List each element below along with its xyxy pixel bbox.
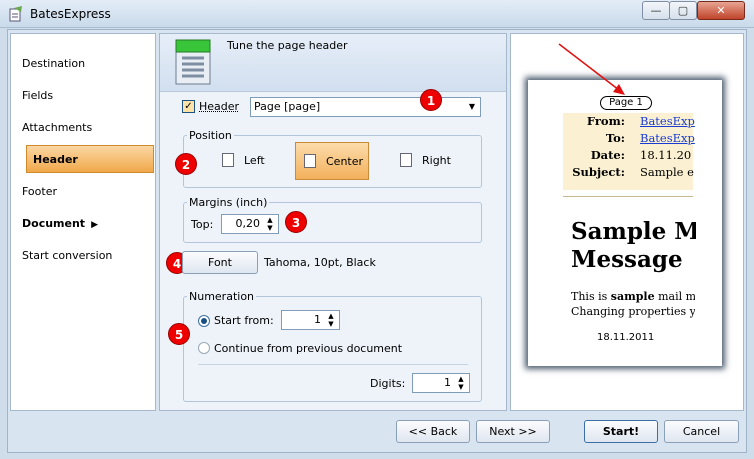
back-button[interactable]: << Back [396, 420, 470, 443]
sidebar-item-fields[interactable]: Fields [16, 82, 144, 110]
chevron-down-icon[interactable]: ▼ [464, 98, 480, 116]
preview-message-title: Sample M Message [571, 218, 696, 274]
sidebar-item-label: Destination [22, 57, 86, 70]
sidebar-item-label: Fields [22, 89, 54, 102]
position-right-button[interactable]: Right [392, 142, 466, 180]
maximize-button[interactable]: ▢ [669, 1, 697, 20]
position-left-label: Left [244, 154, 265, 167]
minimize-button[interactable]: — [642, 1, 670, 20]
submenu-arrow-icon: ▶ [91, 220, 98, 230]
body-bold-text: sample [610, 290, 655, 303]
sidebar-item-header[interactable]: Header [26, 145, 154, 173]
preview-header-fields: From: BatesExp To: BatesExp Date: 18.11.20 … [563, 113, 695, 181]
position-legend: Position [187, 129, 234, 142]
separator [198, 364, 468, 365]
field-value: 18.11.20 [640, 148, 692, 162]
start-button[interactable]: Start! [584, 420, 658, 443]
position-center-label: Center [326, 155, 364, 168]
field-value: Sample e [640, 165, 694, 179]
body-text: mail me [658, 290, 695, 303]
title-bar[interactable] [0, 0, 754, 28]
font-description: Tahoma, 10pt, Black [264, 256, 376, 269]
sidebar-item-attachments[interactable]: Attachments [16, 114, 144, 142]
callout-badge-1: 1 [420, 89, 442, 111]
field-key: From: [586, 114, 625, 128]
field-key: To: [605, 131, 625, 145]
window-title: BatesExpress [30, 7, 111, 21]
field-value: BatesExp [640, 131, 695, 145]
preview-field-row: Subject: Sample e [563, 164, 694, 181]
field-key: Subject: [572, 165, 625, 179]
title-line-1: Sample M [571, 218, 696, 245]
start-from-label[interactable]: Start from: [214, 314, 274, 327]
title-line-2: Message [571, 246, 683, 273]
field-key: Date: [590, 148, 625, 162]
start-from-spinner[interactable]: 1 ▲ ▼ [281, 310, 340, 330]
app-icon [9, 6, 22, 22]
header-text-value: Page [page] [254, 100, 321, 113]
sidebar-item-footer[interactable]: Footer [16, 178, 144, 206]
margins-legend: Margins (inch) [187, 196, 270, 209]
pointer-arrow-icon [558, 43, 625, 95]
sidebar-item-label: Footer [22, 185, 57, 198]
body-line-2: Changing properties yo [571, 305, 695, 318]
sidebar-item-destination[interactable]: Destination [16, 50, 144, 78]
position-right-label: Right [422, 154, 451, 167]
body-line-1: This is sample mail me [571, 289, 695, 304]
header-checkbox[interactable]: ✓ [182, 100, 195, 113]
callout-badge-2: 2 [175, 153, 197, 175]
continue-radio[interactable] [198, 342, 210, 354]
align-center-icon [304, 154, 316, 168]
header-checkbox-label[interactable]: Header [199, 100, 239, 113]
body-text: This is [571, 290, 611, 303]
continue-label[interactable]: Continue from previous document [214, 342, 402, 355]
align-right-icon [400, 153, 412, 167]
preview-divider [563, 196, 693, 197]
page-header-icon [175, 39, 211, 85]
start-from-radio[interactable] [198, 315, 210, 327]
font-button[interactable]: Font [182, 251, 258, 274]
position-center-button[interactable]: Center [295, 142, 369, 180]
preview-field-row: To: BatesExp [563, 130, 695, 147]
preview-body-text: This is sample mail me Changing properti… [571, 289, 695, 319]
sidebar-item-label: Header [33, 153, 78, 166]
preview-field-row: Date: 18.11.20 [563, 147, 693, 164]
preview-footer-date: 18.11.2011 [597, 332, 655, 343]
callout-badge-3: 3 [285, 211, 307, 233]
sidebar-item-label: Attachments [22, 121, 93, 134]
align-left-icon [222, 153, 234, 167]
sidebar-item-label: Start conversion [22, 249, 113, 262]
position-left-button[interactable]: Left [214, 142, 284, 180]
top-margin-value: 0,20 [235, 217, 261, 230]
top-margin-spinner[interactable]: 0,20 ▲ ▼ [221, 214, 279, 234]
field-value: BatesExp [640, 114, 695, 128]
numeration-legend: Numeration [187, 290, 257, 303]
digits-label: Digits: [370, 377, 406, 390]
sidebar-item-label: Document [22, 217, 86, 230]
spinner-arrows-icon[interactable]: ▲ ▼ [264, 216, 276, 232]
sidebar-item-document[interactable]: Document ▶ [16, 210, 144, 238]
top-margin-label: Top: [191, 218, 214, 231]
start-from-value: 1 [314, 313, 321, 326]
spinner-arrows-icon[interactable]: ▲ ▼ [455, 375, 467, 391]
sidebar-item-start-conversion[interactable]: Start conversion [16, 242, 144, 270]
callout-badge-5: 5 [168, 323, 190, 345]
close-button[interactable]: ✕ [697, 1, 745, 20]
digits-value: 1 [444, 376, 451, 389]
cancel-button[interactable]: Cancel [664, 420, 739, 443]
preview-field-row: From: BatesExp [563, 113, 695, 130]
panel-title: Tune the page header [227, 39, 348, 52]
digits-spinner[interactable]: 1 ▲ ▼ [412, 373, 470, 393]
spinner-arrows-icon[interactable]: ▲ ▼ [325, 312, 337, 328]
header-text-combo[interactable]: Page [page] ▼ [250, 97, 481, 117]
next-button[interactable]: Next >> [476, 420, 550, 443]
